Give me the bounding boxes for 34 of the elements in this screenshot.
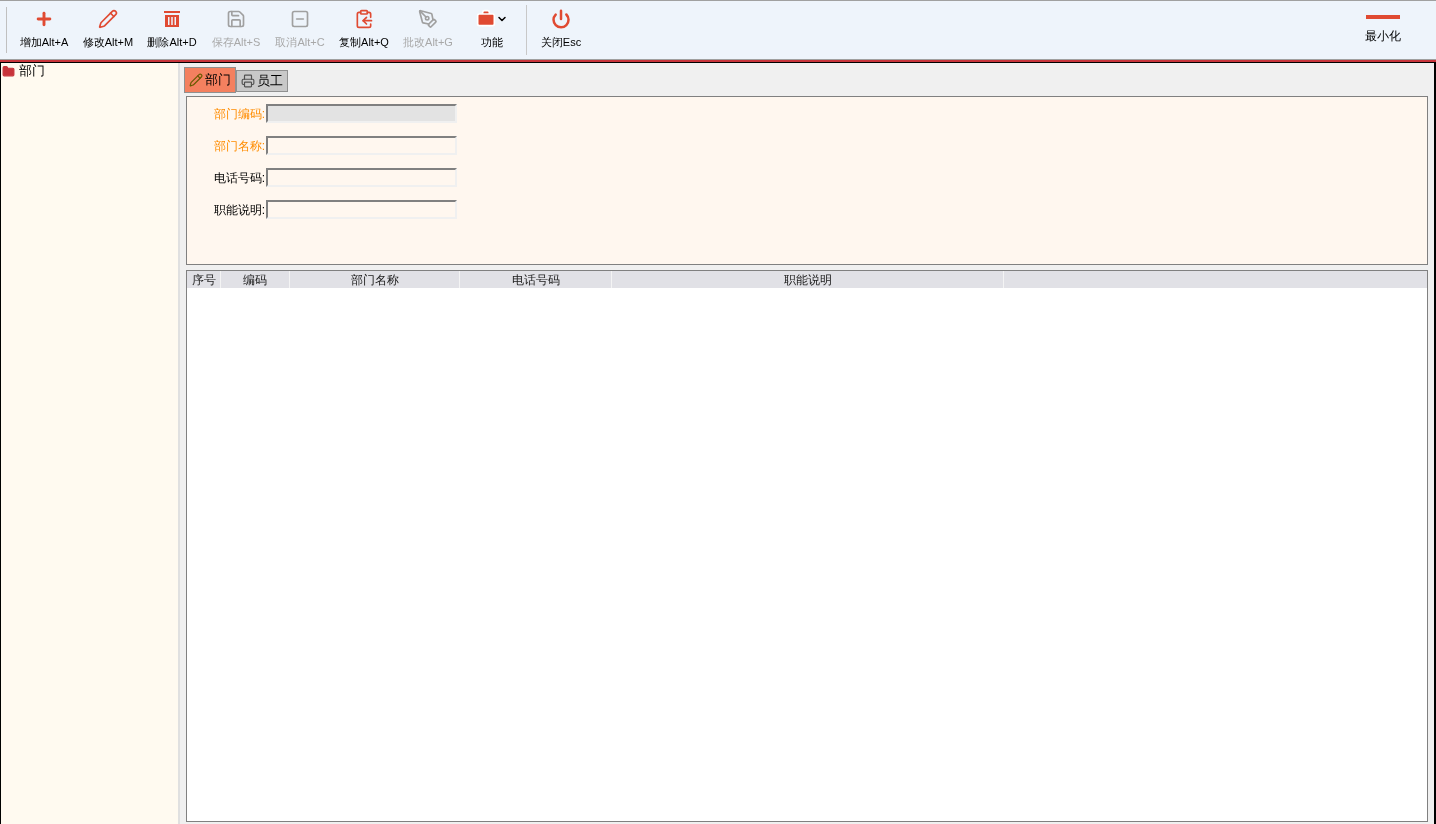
column-header[interactable]: 部门名称: [290, 271, 460, 288]
field-label: 部门名称:: [212, 137, 265, 155]
tab[interactable]: 部门: [184, 67, 236, 93]
pencil-icon: [98, 9, 118, 30]
column-header[interactable]: 编码: [221, 271, 290, 288]
briefcase-icon: [476, 9, 496, 30]
toolbar-button[interactable]: 关闭Esc: [529, 1, 593, 59]
toolbar-button[interactable]: 增加Alt+A: [12, 1, 76, 59]
input-field[interactable]: [266, 200, 457, 219]
field-label: 电话号码:: [212, 169, 265, 187]
pen-icon: [418, 9, 438, 30]
column-header[interactable]: 序号: [187, 271, 221, 288]
column-header[interactable]: 电话号码: [460, 271, 612, 288]
field-label: 职能说明:: [212, 201, 265, 219]
printer-icon: [241, 74, 255, 88]
minus-icon: [1366, 15, 1400, 19]
toolbar-button[interactable]: 删除Alt+D: [140, 1, 204, 59]
column-header[interactable]: 职能说明: [612, 271, 1004, 288]
trash-icon: [162, 9, 182, 30]
folder-icon: [2, 64, 15, 78]
input-field[interactable]: [266, 168, 457, 187]
toolbar-button[interactable]: 功能: [460, 1, 524, 59]
document-minus-icon: [290, 9, 310, 30]
tab[interactable]: 员工: [236, 70, 288, 92]
clipboard-icon: [354, 9, 374, 30]
input-field[interactable]: [266, 136, 457, 155]
minimize-button[interactable]: 最小化: [1343, 1, 1423, 59]
toolbar-button[interactable]: 复制Alt+Q: [332, 1, 396, 59]
power-icon: [551, 9, 571, 30]
pencil-icon: [189, 73, 203, 87]
save-icon: [226, 9, 246, 30]
tree-item[interactable]: 部门: [1, 63, 178, 79]
toolbar-button[interactable]: 修改Alt+M: [76, 1, 140, 59]
field-label: 部门编码:: [212, 105, 265, 123]
